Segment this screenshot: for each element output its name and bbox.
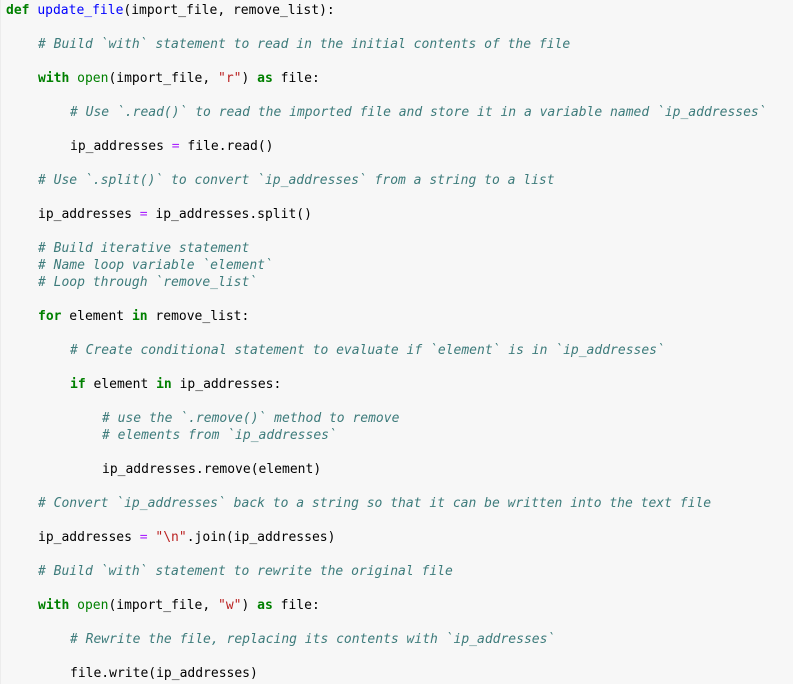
code-line[interactable]: file.write(ip_addresses) xyxy=(70,665,258,682)
code-token: file.read() xyxy=(179,139,274,154)
keyword-token: in xyxy=(156,377,172,392)
keyword-token: as xyxy=(257,71,273,86)
code-line[interactable]: # Rewrite the file, replacing its conten… xyxy=(70,631,555,648)
comment-token: # Build iterative statement xyxy=(38,241,250,256)
code-line[interactable]: # Name loop variable `element` xyxy=(38,257,273,274)
code-line[interactable]: # elements from `ip_addresses` xyxy=(102,427,337,444)
code-token: ip_addresses: xyxy=(171,377,282,392)
code-token: remove_list: xyxy=(147,309,250,324)
code-token: (import_file, xyxy=(108,71,219,86)
code-line[interactable]: ip_addresses.remove(element) xyxy=(102,461,321,478)
code-cell-editor[interactable]: def update_file(import_file, remove_list… xyxy=(0,0,793,684)
keyword-token: for xyxy=(38,309,62,324)
comment-token: # Build `with` statement to read in the … xyxy=(38,37,571,52)
keyword-token: def xyxy=(6,3,30,18)
code-line[interactable]: ip_addresses = file.read() xyxy=(70,138,274,155)
builtin-token: open xyxy=(77,71,109,86)
code-token: element xyxy=(61,309,132,324)
code-line[interactable]: # Use `.read()` to read the imported fil… xyxy=(70,104,767,121)
code-line[interactable]: # Build iterative statement xyxy=(38,240,249,257)
operator-token: = xyxy=(139,530,148,545)
code-token: ip_addresses.split() xyxy=(147,207,312,222)
keyword-token: as xyxy=(257,598,273,613)
code-line[interactable]: # Loop through `remove_list` xyxy=(38,274,257,291)
code-token: (import_file, remove_list): xyxy=(123,3,335,18)
code-line[interactable]: def update_file(import_file, remove_list… xyxy=(6,2,335,19)
code-token: .join(ip_addresses) xyxy=(186,530,336,545)
comment-token: # Create conditional statement to evalua… xyxy=(70,343,665,358)
code-line[interactable]: # Build `with` statement to rewrite the … xyxy=(38,563,453,580)
code-token: file: xyxy=(272,71,320,86)
keyword-token: if xyxy=(70,377,86,392)
keyword-token: in xyxy=(131,309,148,324)
code-line[interactable]: if element in ip_addresses: xyxy=(70,376,281,393)
string-token: "r" xyxy=(218,71,242,86)
code-token: ) xyxy=(241,598,258,613)
code-line[interactable]: ip_addresses = ip_addresses.split() xyxy=(38,206,312,223)
code-token: element xyxy=(85,377,157,392)
operator-token: = xyxy=(139,207,148,222)
code-token: (import_file, xyxy=(108,598,219,613)
code-token: ip_addresses xyxy=(38,530,140,545)
code-line[interactable]: for element in remove_list: xyxy=(38,308,249,325)
code-token: ip_addresses xyxy=(70,139,172,154)
operator-token: = xyxy=(171,139,180,154)
code-token: ip_addresses.remove(element) xyxy=(102,462,322,477)
comment-token: # Use `.split()` to convert `ip_addresse… xyxy=(38,173,555,188)
comment-token: # Name loop variable `element` xyxy=(38,258,273,273)
code-line[interactable]: with open(import_file, "r") as file: xyxy=(38,70,320,87)
comment-token: # elements from `ip_addresses` xyxy=(102,428,337,443)
comment-token: # Loop through `remove_list` xyxy=(38,275,258,290)
code-token: file: xyxy=(272,598,320,613)
builtin-token: open xyxy=(77,598,109,613)
keyword-token: with xyxy=(38,71,70,86)
comment-token: # Convert `ip_addresses` back to a strin… xyxy=(38,496,712,511)
code-line[interactable]: # Build `with` statement to read in the … xyxy=(38,36,570,53)
code-token: file.write(ip_addresses) xyxy=(70,666,258,681)
keyword-token: with xyxy=(38,598,70,613)
code-line[interactable]: # use the `.remove()` method to remove xyxy=(102,410,399,427)
code-line[interactable]: with open(import_file, "w") as file: xyxy=(38,597,320,614)
function-name-token: update_file xyxy=(37,3,124,18)
comment-token: # Rewrite the file, replacing its conten… xyxy=(70,632,556,647)
code-line[interactable]: # Convert `ip_addresses` back to a strin… xyxy=(38,495,711,512)
code-line[interactable]: # Create conditional statement to evalua… xyxy=(70,342,665,359)
code-line[interactable]: ip_addresses = "\n".join(ip_addresses) xyxy=(38,529,335,546)
code-token: ) xyxy=(241,71,258,86)
comment-token: # Use `.read()` to read the imported fil… xyxy=(70,105,767,120)
string-token: "w" xyxy=(218,598,242,613)
code-token: ip_addresses xyxy=(38,207,140,222)
code-line[interactable]: # Use `.split()` to convert `ip_addresse… xyxy=(38,172,555,189)
comment-token: # use the `.remove()` method to remove xyxy=(102,411,400,426)
string-token: "\n" xyxy=(155,530,187,545)
comment-token: # Build `with` statement to rewrite the … xyxy=(38,564,453,579)
